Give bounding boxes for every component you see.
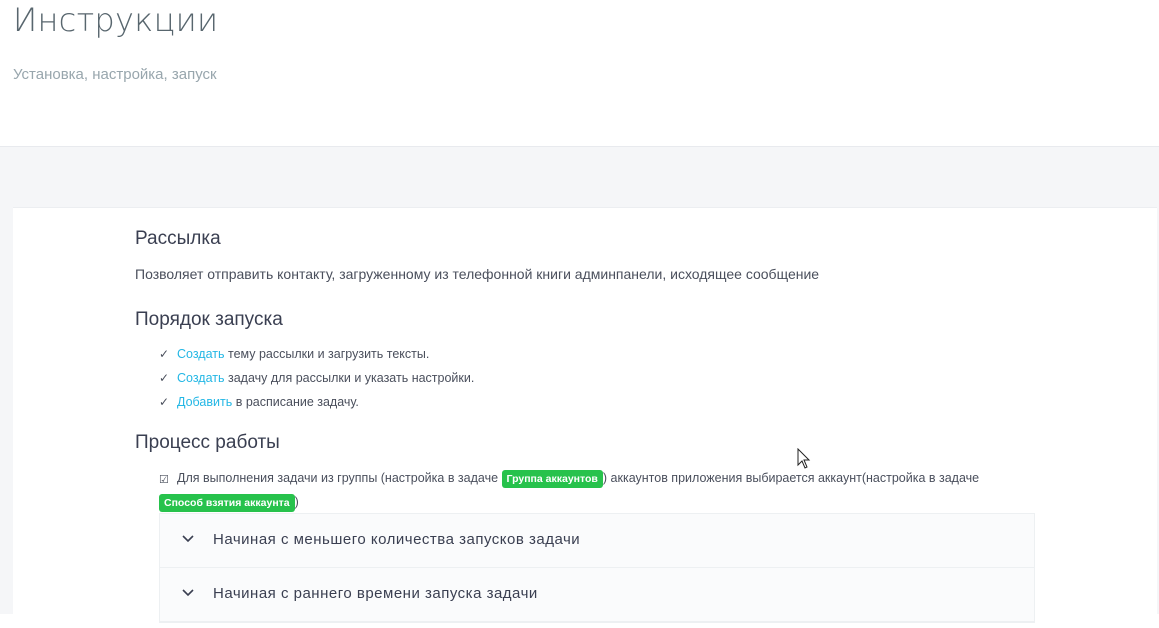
process-description: ☑ Для выполнения задачи из группы (настро… xyxy=(159,466,1039,514)
account-group-badge: Группа аккаунтов xyxy=(501,470,603,488)
launch-step: ✓ Добавить в расписание задачу. xyxy=(159,392,474,416)
account-method-badge: Способ взятия аккаунта xyxy=(159,494,295,512)
launch-step-text: тему рассылки и загрузить тексты. xyxy=(224,347,430,361)
launch-steps-list: ✓ Создать тему рассылки и загрузить текст… xyxy=(159,344,474,416)
process-text-2: ) аккаунтов приложения выбирается аккаун… xyxy=(602,471,980,485)
process-text-3: ) xyxy=(294,495,299,509)
check-icon: ✓ xyxy=(159,395,170,409)
section-process-title: Процесс работы xyxy=(135,432,280,453)
section-mailing-description: Позволяет отправить контакту, загруженно… xyxy=(135,266,820,282)
chevron-down-icon xyxy=(182,535,194,543)
check-icon: ✓ xyxy=(159,371,170,385)
launch-step: ✓ Создать задачу для рассылки и указать н… xyxy=(159,368,474,392)
chevron-down-icon xyxy=(182,589,194,597)
page-header: Инструкции Установка, настройка, запуск xyxy=(0,0,1159,147)
launch-step-text: в расписание задачу. xyxy=(232,395,359,409)
checkbox-checked-icon: ☑ xyxy=(159,474,169,486)
page-subtitle: Установка, настройка, запуск xyxy=(13,66,217,83)
accordion-item-label: Начиная с меньшего количества запусков з… xyxy=(213,531,581,548)
process-text-1: Для выполнения задачи из группы (настрой… xyxy=(177,471,502,485)
accordion-item-fewest-launches[interactable]: Начиная с меньшего количества запусков з… xyxy=(160,514,1034,568)
add-schedule-link[interactable]: Добавить xyxy=(177,395,232,409)
instruction-card: Рассылка Позволяет отправить контакту, з… xyxy=(13,207,1157,628)
create-task-link[interactable]: Создать xyxy=(177,371,225,385)
section-launch-title: Порядок запуска xyxy=(135,309,283,330)
accordion-item-label: Начиная с раннего времени запуска задачи xyxy=(213,585,538,602)
section-mailing-title: Рассылка xyxy=(135,228,221,249)
create-topic-link[interactable]: Создать xyxy=(177,347,225,361)
account-selection-accordion: Начиная с меньшего количества запусков з… xyxy=(159,513,1035,623)
mouse-cursor-icon xyxy=(797,448,811,469)
check-icon: ✓ xyxy=(159,347,170,361)
launch-step-text: задачу для рассылки и указать настройки. xyxy=(224,371,475,385)
launch-step: ✓ Создать тему рассылки и загрузить текст… xyxy=(159,344,474,368)
content-area: Рассылка Позволяет отправить контакту, з… xyxy=(0,147,1159,628)
page-title: Инструкции xyxy=(13,1,219,39)
